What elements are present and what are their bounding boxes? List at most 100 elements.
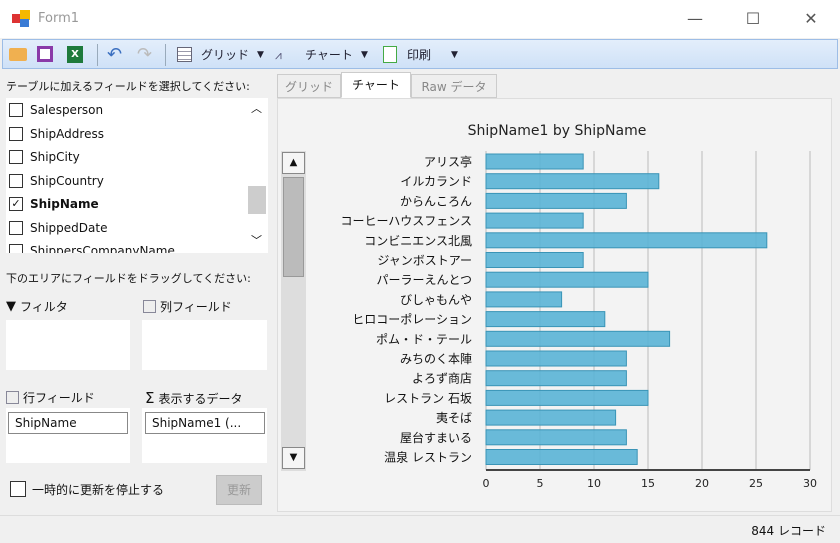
category-label: レストラン 石坂 [384,391,472,405]
print-button[interactable]: 印刷 [407,45,431,65]
filter-label: フィルタ [20,300,68,314]
field-item[interactable]: ShipCity [9,146,80,168]
field-list-scrollbar[interactable]: ︿ ﹀ [246,98,268,253]
category-label: ジャンボストアー [377,254,472,268]
field-checkbox[interactable] [9,103,23,117]
chart-dropdown-icon[interactable]: ▼ [361,45,368,65]
field-name: ShippedDate [30,220,108,235]
filter-zone-label: ▼ フィルタ [6,298,68,315]
bar-chart: ShipName1 by ShipName 0 5 10 15 20 25 30 アリス亭イルカ… [340,123,817,490]
category-label: びしゃもんや [400,293,472,307]
category-label: 夷そば [436,410,472,425]
field-name: ShipCity [30,150,80,164]
status-bar: 844 レコード [0,515,840,543]
filter-drop-zone[interactable] [6,320,130,370]
category-label: イルカランド [400,175,472,189]
chart-button[interactable]: チャート [305,45,353,65]
chart-icon: ⩘ [275,48,282,62]
x-tick-label: 5 [537,477,544,490]
field-item[interactable]: ShippedDate [9,217,107,239]
x-tick-label: 25 [749,477,763,490]
data-field-shipname1[interactable]: ShipName1 (... [145,412,265,434]
field-checkbox[interactable] [9,220,23,235]
filter-icon: ▼ [6,299,16,314]
field-item[interactable]: Salesperson [9,99,103,121]
sigma-icon: Σ [145,389,155,407]
x-tick-label: 15 [641,477,655,490]
category-label: ヒロコーポレーション [352,313,472,327]
bar [485,232,768,249]
tab-chart[interactable]: チャート [341,72,411,98]
tab-raw-data[interactable]: Raw データ [411,74,497,98]
title-bar: Form1 — ☐ ✕ [0,0,840,38]
field-name: Salesperson [30,103,104,117]
redo-icon[interactable]: ↷ [137,45,152,65]
x-tick-label: 20 [695,477,709,490]
save-icon[interactable] [37,46,53,62]
field-checkbox[interactable] [9,244,23,253]
toolbar: X ↶ ↷ グリッド ▼ ⩘ チャート ▼ 印刷 ▼ [2,39,838,69]
drag-instruction-label: 下のエリアにフィールドをドラッグしてください: [6,272,251,285]
field-name: ShipName [30,197,99,211]
scroll-thumb[interactable] [248,186,266,214]
x-tick-label: 10 [587,477,601,490]
category-label: コーヒーハウスフェンス [340,214,472,228]
field-name: ShipAddress [30,126,104,141]
field-checkbox[interactable] [9,173,23,188]
bar [485,212,584,229]
column-label: 列フィールド [160,300,232,314]
bar [485,449,638,465]
field-checkbox[interactable] [9,150,23,164]
category-label: 屋台すまいる [400,430,472,445]
field-item[interactable]: ShippersCompanyName [9,240,175,253]
tab-grid[interactable]: グリッド [277,74,341,98]
column-drop-zone[interactable] [142,320,267,370]
column-zone-label: 列フィールド [143,298,232,315]
x-tick-label: 30 [803,477,817,490]
chart-panel: ▲ ▼ ShipName1 by ShipName 0 5 10 15 20 25 30 アリス… [277,98,832,512]
excel-icon[interactable]: X [67,46,83,63]
maximize-button[interactable]: ☐ [738,8,768,30]
open-folder-icon[interactable] [9,48,27,61]
row-drop-zone[interactable]: ShipName [6,408,130,463]
bar [485,370,627,387]
category-label: ポム・ド・テール [376,332,472,346]
bar [485,409,617,426]
category-label: みちのく本陣 [400,352,472,366]
field-name: ShipCountry [30,173,104,188]
field-checkbox[interactable]: ✓ [9,197,23,211]
field-select-label: テーブルに加えるフィールドを選択してください: [6,80,250,93]
bar [485,173,660,190]
field-list[interactable]: Salesperson ShipAddress ShipCity ShipCountr… [6,98,268,253]
row-zone-label: 行フィールド [6,389,95,406]
print-dropdown-icon[interactable]: ▼ [451,45,458,65]
category-label: コンビニエンス北風 [364,234,472,248]
toolbar-separator [165,44,166,66]
bar [485,153,584,170]
update-button[interactable]: 更新 [216,475,262,505]
field-name: ShippersCompanyName [30,244,175,253]
defer-update-label: 一時的に更新を停止する [32,483,165,497]
app-icon [12,10,30,28]
scroll-up-icon[interactable]: ︿ [251,100,262,116]
row-field-shipname[interactable]: ShipName [8,412,128,434]
table-icon [6,391,19,404]
bar [485,252,584,268]
close-button[interactable]: ✕ [796,8,826,30]
field-item[interactable]: ✓ ShipName [9,193,99,215]
field-checkbox[interactable] [9,126,23,141]
undo-icon[interactable]: ↶ [107,45,122,65]
table-icon [143,300,156,313]
category-label: よろず商店 [412,371,472,386]
scroll-down-icon[interactable]: ﹀ [251,232,262,248]
row-label: 行フィールド [23,391,95,405]
window-title: Form1 [38,11,80,26]
grid-button[interactable]: グリッド [201,45,249,65]
data-drop-zone[interactable]: ShipName1 (... [142,408,267,463]
defer-update-checkbox[interactable] [10,481,26,497]
field-item[interactable]: ShipCountry [9,170,104,192]
bar [485,291,563,308]
grid-dropdown-icon[interactable]: ▼ [257,45,264,65]
minimize-button[interactable]: — [680,8,710,30]
field-item[interactable]: ShipAddress [9,123,104,145]
